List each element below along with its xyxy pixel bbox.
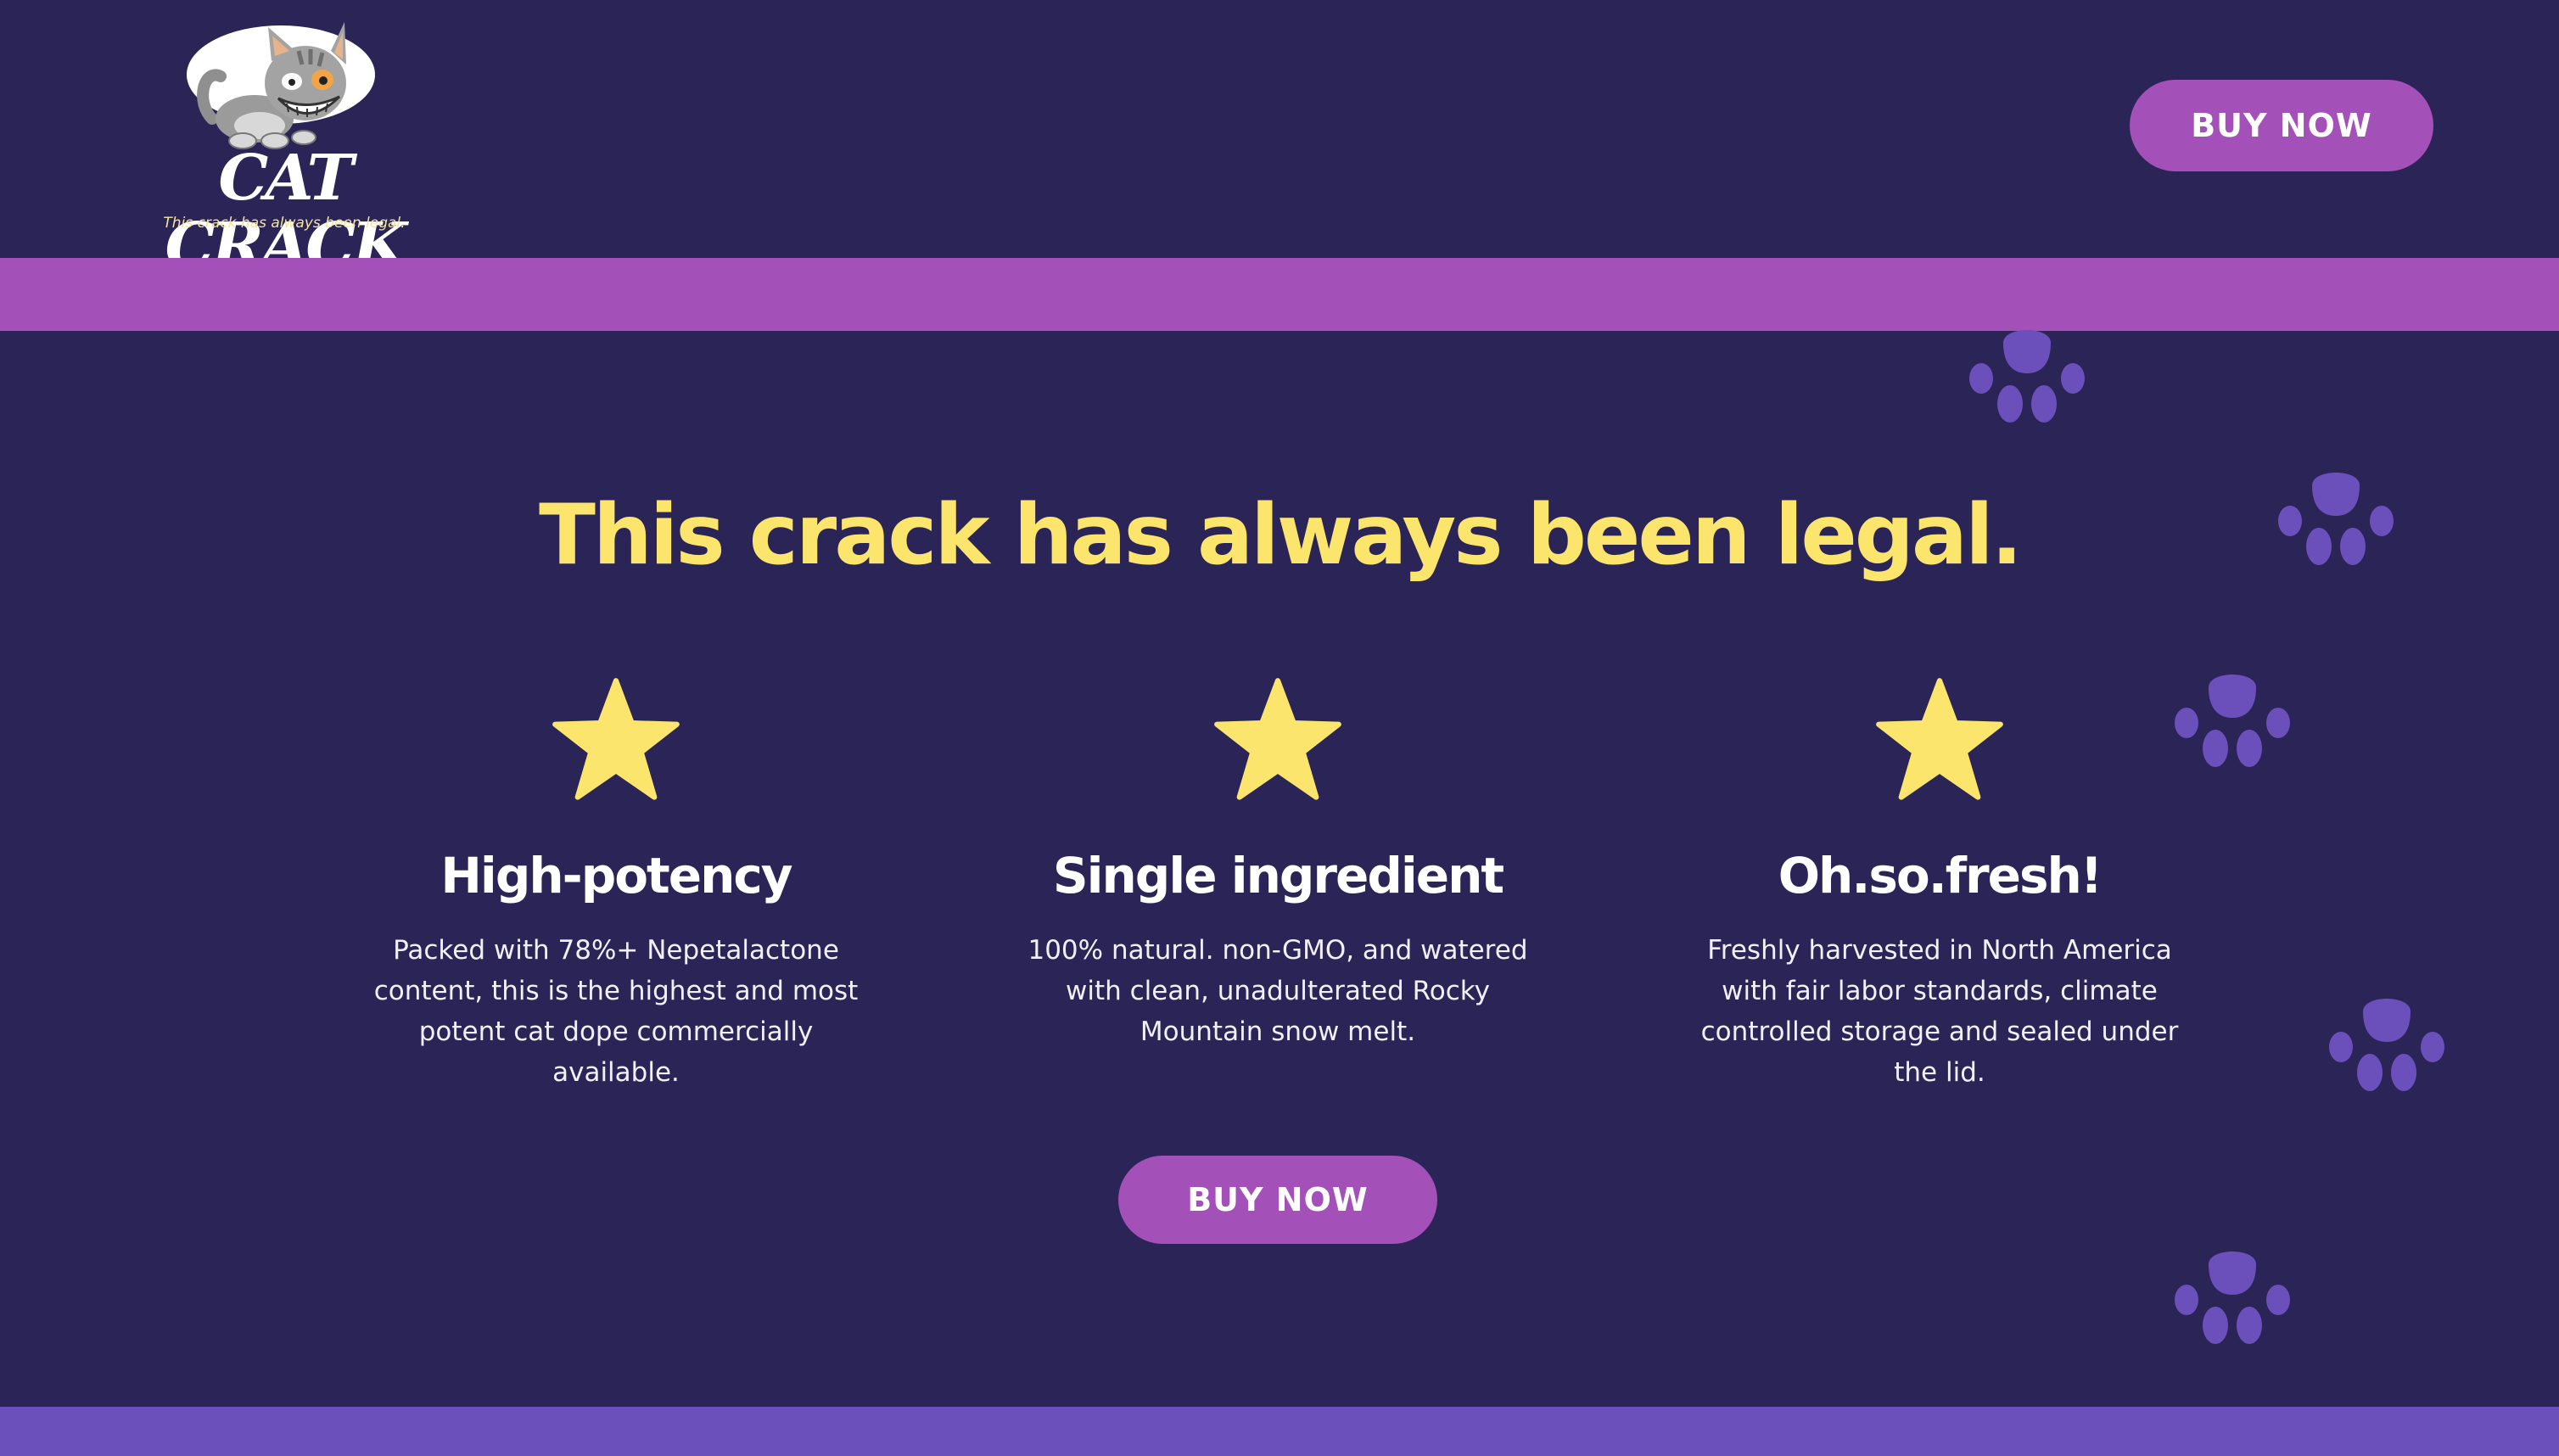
site-header: CAT CRACK This crack has always been leg… (0, 0, 2559, 280)
header-buy-now-button[interactable]: BUY NOW (2130, 80, 2433, 171)
paw-print-icon (1969, 330, 2085, 423)
paw-print-icon (2329, 999, 2444, 1091)
hero-headline: This crack has always been legal. (539, 487, 2023, 584)
cat-mascot-icon (197, 22, 346, 149)
footer-band (0, 1407, 2559, 1456)
cta-buy-now-button[interactable]: BUY NOW (1118, 1156, 1437, 1244)
feature-card: High-potency Packed with 78%+ Nepetalact… (353, 675, 879, 1088)
feature-card: Single ingredient 100% natural. non-GMO,… (1015, 675, 1541, 1047)
star-icon (552, 678, 680, 800)
logo-tagline: This crack has always been legal. (163, 215, 406, 232)
feature-card: Oh.so.fresh! Freshly harvested in North … (1677, 675, 2203, 1088)
feature-description: Packed with 78%+ Nepetalactone content, … (373, 935, 859, 1088)
feature-description: 100% natural. non-GMO, and watered with … (1028, 935, 1528, 1047)
feature-title: Single ingredient (1052, 847, 1504, 904)
accent-band (0, 258, 2559, 331)
star-icon (1214, 678, 1341, 800)
feature-description: Freshly harvested in North America with … (1700, 935, 2179, 1088)
feature-title: Oh.so.fresh! (1778, 847, 2103, 904)
feature-title: High-potency (440, 847, 792, 904)
cat-crack-logo[interactable]: CAT CRACK This crack has always been leg… (144, 17, 424, 280)
paw-print-icon (2175, 1252, 2290, 1344)
star-icon (1876, 678, 2003, 800)
